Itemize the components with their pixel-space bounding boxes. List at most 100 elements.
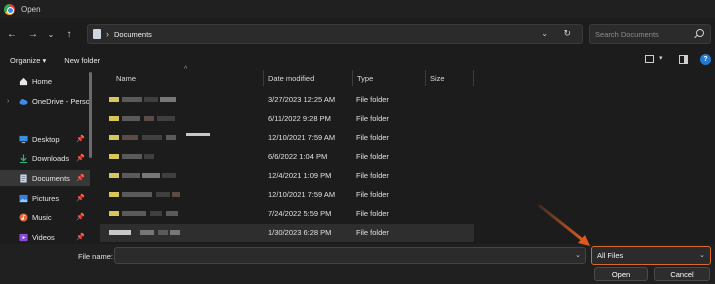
redacted-file-name <box>122 192 152 197</box>
music-icon <box>19 212 28 222</box>
sidebar-item-label: Music <box>32 212 52 222</box>
forward-arrow-icon[interactable]: → <box>24 25 42 43</box>
recent-locations-chevron-icon[interactable]: ⌄ <box>42 25 60 43</box>
file-type-select[interactable]: All Files ⌄ <box>591 246 711 265</box>
date-modified: 12/4/2021 1:09 PM <box>268 171 332 180</box>
column-divider[interactable] <box>352 70 353 86</box>
column-header-date[interactable]: Date modified <box>268 70 314 86</box>
file-row[interactable]: 7/24/2022 5:59 PM File folder <box>100 205 474 223</box>
sidebar-item-videos[interactable]: Videos 📌 <box>0 229 90 244</box>
sidebar-item-home[interactable]: Home <box>0 73 90 89</box>
sidebar-item-label: Desktop <box>32 134 60 144</box>
redacted-file-name <box>160 97 176 102</box>
address-bar[interactable]: › Documents ⌄ ↻ <box>87 24 583 44</box>
search-input[interactable]: Search Documents <box>589 24 711 44</box>
expand-chevron-icon[interactable]: › <box>7 98 9 105</box>
sidebar-item-pictures[interactable]: Pictures 📌 <box>0 190 90 206</box>
file-type: File folder <box>356 228 389 237</box>
back-arrow-icon[interactable]: ← <box>3 25 21 43</box>
redacted-file-name <box>186 133 210 136</box>
up-arrow-icon[interactable]: ↑ <box>60 25 78 43</box>
search-icon[interactable] <box>696 29 704 37</box>
sidebar-item-label: Documents <box>32 173 70 183</box>
navigation-bar: ← → ⌄ ↑ › Documents ⌄ ↻ Search Documents <box>0 22 715 46</box>
file-type: File folder <box>356 209 389 218</box>
window-title: Open <box>21 4 41 14</box>
file-row[interactable]: 1/30/2023 6:28 PM File folder <box>100 224 474 242</box>
video-icon <box>19 233 28 241</box>
help-icon[interactable]: ? <box>700 54 711 65</box>
view-options-icon[interactable] <box>645 55 654 63</box>
chevron-down-icon: ⌄ <box>699 252 705 259</box>
redacted-file-name <box>166 135 176 140</box>
refresh-icon[interactable]: ↻ <box>563 28 571 39</box>
sidebar-item-label: OneDrive - Perso <box>32 96 90 106</box>
file-type-value: All Files <box>597 251 624 260</box>
view-dropdown-icon[interactable]: ▾ <box>659 54 663 62</box>
folder-icon <box>109 173 119 178</box>
sidebar-item-music[interactable]: Music 📌 <box>0 209 90 225</box>
redacted-file-name <box>150 211 162 216</box>
document-icon <box>20 173 27 183</box>
pin-icon[interactable]: 📌 <box>76 194 85 202</box>
pin-icon[interactable]: 📌 <box>76 135 85 143</box>
column-divider[interactable] <box>425 70 426 86</box>
open-button[interactable]: Open <box>594 267 648 281</box>
redacted-file-name <box>144 116 154 121</box>
file-type: File folder <box>356 190 389 199</box>
sidebar-item-label: Home <box>32 76 53 86</box>
date-modified: 6/6/2022 1:04 PM <box>268 152 328 161</box>
file-row[interactable]: 6/6/2022 1:04 PM File folder <box>100 148 474 166</box>
date-modified: 12/10/2021 7:59 AM <box>268 133 336 142</box>
pin-icon[interactable]: 📌 <box>76 233 85 241</box>
sort-ascending-icon: ^ <box>184 66 188 73</box>
pin-icon[interactable]: 📌 <box>76 154 85 162</box>
file-row[interactable]: 6/11/2022 9:28 PM File folder <box>100 110 474 128</box>
folder-icon <box>109 116 119 121</box>
organize-menu[interactable]: Organize ▾ <box>10 56 46 65</box>
redacted-file-name <box>166 211 178 216</box>
file-row[interactable]: 12/4/2021 1:09 PM File folder <box>100 167 474 185</box>
redacted-file-name <box>157 116 175 121</box>
sidebar-item-desktop[interactable]: Desktop 📌 <box>0 131 90 147</box>
new-folder-button[interactable]: New folder <box>64 56 100 65</box>
column-header-type[interactable]: Type <box>357 70 373 86</box>
file-list-scrollbar[interactable] <box>708 88 711 238</box>
sidebar-item-documents[interactable]: Documents 📌 <box>0 170 90 186</box>
file-type: File folder <box>356 171 389 180</box>
address-dropdown-icon[interactable]: ⌄ <box>541 29 548 38</box>
sidebar-scrollbar[interactable] <box>89 72 92 158</box>
pin-icon[interactable]: 📌 <box>76 174 85 182</box>
file-type: File folder <box>356 152 389 161</box>
breadcrumb-documents[interactable]: Documents <box>114 30 152 39</box>
file-name-dropdown-icon[interactable]: ⌄ <box>575 251 581 259</box>
redacted-file-name <box>142 173 160 178</box>
column-header-size[interactable]: Size <box>430 70 445 86</box>
dialog-footer: File name: ⌄ All Files ⌄ Open Cancel <box>0 244 715 284</box>
column-divider[interactable] <box>473 70 474 86</box>
file-row[interactable]: 12/10/2021 7:59 AM File folder <box>100 129 474 147</box>
cancel-button[interactable]: Cancel <box>654 267 710 281</box>
file-row[interactable]: 3/27/2023 12:25 AM File folder <box>100 91 474 109</box>
title-bar: Open <box>0 0 715 18</box>
file-type: File folder <box>356 133 389 142</box>
date-modified: 3/27/2023 12:25 AM <box>268 95 336 104</box>
pin-icon[interactable]: 📌 <box>76 213 85 221</box>
column-divider[interactable] <box>263 70 264 86</box>
redacted-file-name <box>122 116 140 121</box>
date-modified: 7/24/2022 5:59 PM <box>268 209 332 218</box>
home-icon <box>19 77 28 85</box>
sidebar-item-label: Videos <box>32 232 55 242</box>
redacted-file-name <box>144 154 154 159</box>
sidebar-item-downloads[interactable]: Downloads 📌 <box>0 150 90 166</box>
redacted-file-name <box>122 154 142 159</box>
file-name-input[interactable]: ⌄ <box>114 247 586 264</box>
redacted-file-name <box>170 230 180 235</box>
sidebar-item-onedrive[interactable]: › OneDrive - Perso <box>0 93 90 109</box>
preview-pane-icon[interactable] <box>679 55 688 64</box>
column-header-name[interactable]: Name <box>116 70 136 86</box>
search-placeholder: Search Documents <box>595 29 659 39</box>
file-row[interactable]: 12/10/2021 7:59 AM File folder <box>100 186 474 204</box>
download-icon <box>19 153 28 163</box>
desktop-icon <box>19 135 28 143</box>
